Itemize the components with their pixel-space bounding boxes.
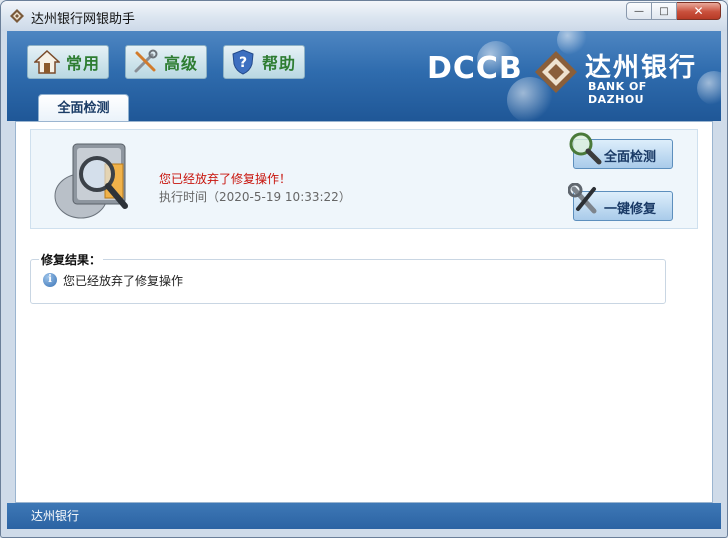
- nav-advanced-label: 高级: [164, 54, 199, 73]
- info-icon: i: [43, 273, 57, 287]
- nav-help-button[interactable]: ? 帮助: [223, 45, 305, 79]
- tab-full-check[interactable]: 全面检测: [38, 94, 129, 122]
- status-bar: 达州银行: [7, 503, 721, 529]
- title-bar[interactable]: 达州银行网银助手 — □ ✕: [1, 1, 727, 31]
- repair-results-title: 修复结果：: [39, 251, 104, 268]
- repair-result-item: 您已经放弃了修复操作: [63, 274, 184, 288]
- home-icon: [34, 49, 60, 74]
- main-content: 您已经放弃了修复操作！ 执行时间（2020-5-19 10:33:22） 全面检…: [15, 121, 713, 503]
- minimize-icon: —: [634, 5, 644, 17]
- nav-advanced-button[interactable]: 高级: [125, 45, 207, 79]
- scan-panel: 您已经放弃了修复操作！ 执行时间（2020-5-19 10:33:22） 全面检…: [30, 129, 698, 229]
- full-check-label: 全面检测: [604, 150, 657, 165]
- hard-disk-magnifier-icon: [54, 143, 128, 219]
- logo-dccb-text: DCCB: [427, 51, 523, 86]
- wrench-icon: [568, 183, 597, 214]
- tools-icon: [134, 49, 158, 73]
- window-title: 达州银行网银助手: [31, 12, 136, 27]
- nav-common-button[interactable]: 常用: [27, 45, 109, 79]
- magnifier-icon: [569, 132, 602, 165]
- execution-time: 执行时间（2020-5-19 10:33:22）: [159, 190, 351, 204]
- one-click-repair-label: 一键修复: [604, 202, 657, 217]
- full-check-button[interactable]: 全面检测: [569, 132, 673, 169]
- bank-logo: DCCB 达州银行 BANK OF DAZHOU: [427, 45, 707, 106]
- help-shield-icon: ?: [232, 49, 254, 75]
- close-button[interactable]: ✕: [677, 2, 721, 20]
- nav-help-label: 帮助: [262, 54, 297, 73]
- status-bar-text: 达州银行: [31, 509, 80, 523]
- maximize-icon: □: [659, 5, 669, 17]
- nav-common-label: 常用: [66, 54, 101, 73]
- one-click-repair-button[interactable]: 一键修复: [568, 183, 673, 221]
- bank-diamond-icon: [535, 51, 577, 93]
- app-window: 达州银行网银助手 — □ ✕ 常用 高级 ? 帮助 DCCB 达州银行 BANK…: [0, 0, 728, 538]
- app-logo-icon: [10, 9, 24, 23]
- minimize-button[interactable]: —: [626, 2, 652, 20]
- svg-text:?: ?: [239, 55, 247, 71]
- logo-bank-name-cn: 达州银行: [585, 53, 698, 83]
- status-message: 您已经放弃了修复操作！: [159, 172, 292, 186]
- close-icon: ✕: [693, 4, 704, 18]
- maximize-button[interactable]: □: [652, 2, 677, 20]
- repair-results-group: 修复结果： i 您已经放弃了修复操作: [30, 251, 666, 304]
- logo-bank-name-en: BANK OF DAZHOU: [588, 80, 647, 106]
